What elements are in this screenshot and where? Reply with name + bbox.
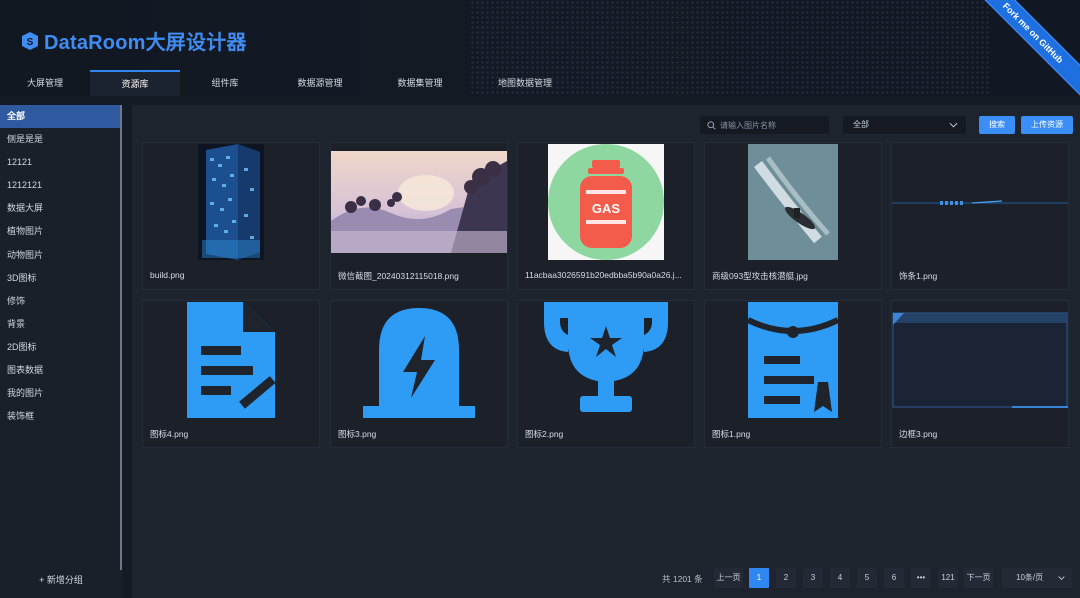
sidebar-item[interactable]: 数据大屏 — [0, 197, 122, 220]
upload-button[interactable]: 上传资源 — [1021, 116, 1073, 134]
clipboard-icon — [748, 302, 838, 418]
page-ellipsis-button[interactable]: ••• — [911, 568, 931, 588]
gas-label: GAS — [592, 201, 621, 216]
card-filename: build.png — [150, 270, 185, 280]
category-select[interactable]: 全部 — [843, 116, 966, 134]
page-size-select[interactable]: 10条/页 — [1002, 568, 1072, 588]
sidebar-item[interactable]: 12121 — [0, 151, 122, 174]
card-filename: 商级093型攻击核潜艇.jpg — [712, 271, 808, 281]
tab-screen-management[interactable]: 大屏管理 — [0, 70, 90, 96]
card-filename: 图标4.png — [150, 429, 189, 439]
main-tabs: 大屏管理 资源库 组件库 数据源管理 数据集管理 地图数据管理 — [0, 70, 580, 96]
card-filename: 图标2.png — [525, 429, 564, 439]
sidebar-item[interactable]: 侧是是是 — [0, 128, 122, 151]
submarine-thumbnail-icon — [748, 144, 838, 260]
resource-card[interactable]: GAS 11acbaa3026591b20edbba5b90a0a26.j... — [517, 142, 695, 290]
category-sidebar: 全部 侧是是是 12121 1212121 数据大屏 植物图片 动物图片 3D图… — [0, 105, 122, 598]
page-button-3[interactable]: 3 — [803, 568, 823, 588]
page-button-last[interactable]: 121 — [938, 568, 958, 588]
sidebar-item[interactable]: 动物图片 — [0, 244, 122, 267]
resource-card[interactable]: 图标1.png — [704, 300, 882, 448]
next-page-button[interactable]: 下一页 — [964, 568, 993, 588]
building-thumbnail-icon — [198, 144, 264, 260]
resource-card[interactable]: 图标3.png — [330, 300, 508, 448]
prev-page-button[interactable]: 上一页 — [714, 568, 743, 588]
page-size-value: 10条/页 — [1016, 573, 1044, 582]
card-filename: 微信截图_20240312115018.png — [338, 271, 459, 281]
page-button-5[interactable]: 5 — [857, 568, 877, 588]
github-ribbon[interactable]: Fork me on GitHub — [984, 0, 1080, 96]
tab-map-data-management[interactable]: 地图数据管理 — [470, 70, 580, 96]
sidebar-item[interactable]: 我的图片 — [0, 382, 122, 405]
page-button-4[interactable]: 4 — [830, 568, 850, 588]
brand-title: DataRoom大屏设计器 — [44, 32, 247, 54]
resource-card[interactable]: build.png — [142, 142, 320, 290]
category-select-value: 全部 — [853, 120, 869, 129]
resource-card[interactable]: 图标2.png — [517, 300, 695, 448]
svg-text:S: S — [27, 37, 34, 48]
tab-dataset-management[interactable]: 数据集管理 — [370, 70, 470, 96]
header: S DataRoom大屏设计器 Fork me on GitHub 大屏管理 资… — [0, 0, 1080, 96]
resource-card[interactable]: 饰条1.png — [891, 142, 1069, 290]
sidebar-scrollbar[interactable] — [120, 105, 122, 570]
tab-resource-library[interactable]: 资源库 — [90, 70, 180, 96]
sidebar-item[interactable]: 3D图标 — [0, 267, 122, 290]
card-filename: 图标3.png — [338, 429, 377, 439]
add-group-button[interactable]: + 新增分组 — [0, 573, 122, 586]
chevron-down-icon — [949, 122, 958, 128]
search-icon — [707, 120, 716, 130]
resource-card[interactable]: 商级093型攻击核潜艇.jpg — [704, 142, 882, 290]
page-button-6[interactable]: 6 — [884, 568, 904, 588]
search-box[interactable] — [700, 116, 829, 134]
card-filename: 边框3.png — [899, 429, 938, 439]
trophy-icon — [544, 302, 668, 412]
page-button-2[interactable]: 2 — [776, 568, 796, 588]
search-input[interactable] — [720, 120, 825, 130]
sidebar-item-all[interactable]: 全部 — [0, 105, 122, 129]
pagination-total: 共 1201 条 — [662, 574, 703, 584]
border-frame-thumbnail-icon — [892, 312, 1068, 408]
strip-thumbnail-icon — [892, 200, 1068, 205]
shield-logo-icon: S — [22, 31, 38, 50]
sidebar-item[interactable]: 1212121 — [0, 174, 122, 197]
sidebar-item[interactable]: 背景 — [0, 313, 122, 336]
chevron-down-icon — [1058, 576, 1065, 580]
sidebar-item[interactable]: 植物图片 — [0, 220, 122, 243]
lightning-icon — [363, 308, 475, 418]
sidebar-item[interactable]: 图表数据 — [0, 359, 122, 382]
resource-card[interactable]: 边框3.png — [891, 300, 1069, 448]
card-filename: 图标1.png — [712, 429, 751, 439]
search-button[interactable]: 搜索 — [979, 116, 1015, 134]
sidebar-item[interactable]: 装饰框 — [0, 405, 122, 428]
brand-logo[interactable]: S DataRoom大屏设计器 — [22, 26, 247, 55]
tab-datasource-management[interactable]: 数据源管理 — [270, 70, 370, 96]
github-ribbon-label[interactable]: Fork me on GitHub — [984, 0, 1080, 96]
document-edit-icon — [187, 302, 275, 418]
gas-tank-thumbnail-icon: GAS — [548, 144, 664, 260]
card-filename: 11acbaa3026591b20edbba5b90a0a26.j... — [525, 270, 682, 280]
resource-card[interactable]: 微信截图_20240312115018.png — [330, 142, 508, 290]
tab-component-library[interactable]: 组件库 — [180, 70, 270, 96]
sidebar-item[interactable]: 2D图标 — [0, 336, 122, 359]
resource-card[interactable]: 图标4.png — [142, 300, 320, 448]
card-filename: 饰条1.png — [899, 271, 938, 281]
page-button-1[interactable]: 1 — [749, 568, 769, 588]
landscape-thumbnail-icon — [331, 151, 507, 253]
sidebar-item[interactable]: 修饰 — [0, 290, 122, 313]
